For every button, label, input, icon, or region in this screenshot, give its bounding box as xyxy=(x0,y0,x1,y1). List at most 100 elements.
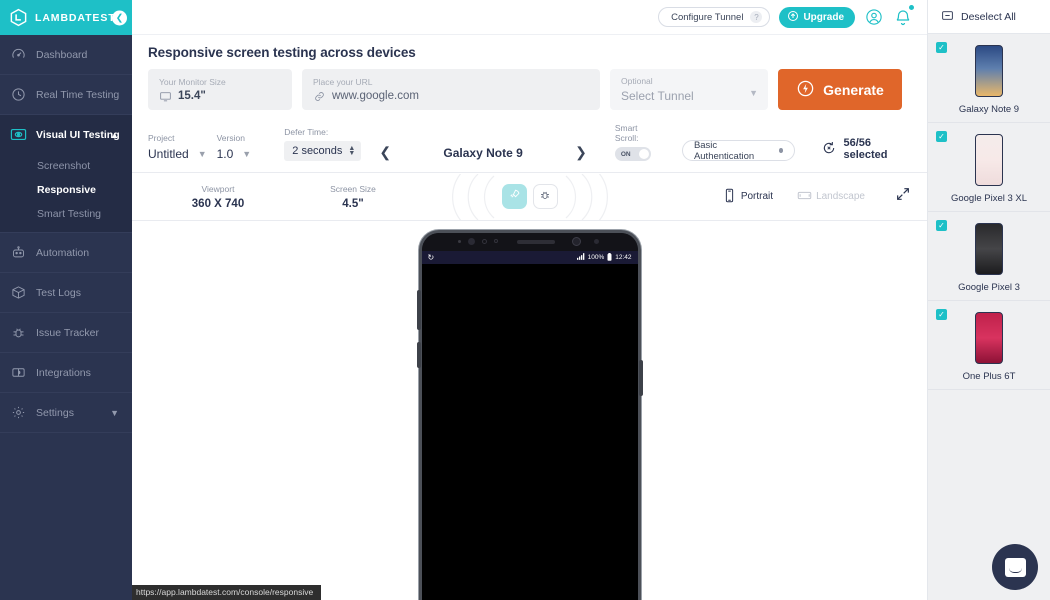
sidebar-item-visual-ui-testing[interactable]: Visual UI Testing ▲ xyxy=(0,115,132,154)
sidebar: LAMBDATEST ❮ Dashboard Real Time Testing… xyxy=(0,0,132,600)
tunnel-label: Optional xyxy=(621,76,653,86)
user-account-icon[interactable] xyxy=(864,7,884,27)
portrait-option[interactable]: Portrait xyxy=(722,188,773,206)
device-card[interactable]: ✓ One Plus 6T xyxy=(928,301,1050,390)
version-select[interactable]: Version 1.0 ▼ xyxy=(217,133,285,161)
smart-scroll-state: ON xyxy=(620,150,631,158)
sidebar-item-label: Issue Tracker xyxy=(36,326,100,339)
chat-widget-button[interactable] xyxy=(992,544,1038,590)
device-thumbnail xyxy=(975,45,1003,97)
sensor-dot xyxy=(493,239,498,243)
chevron-down-icon: ▼ xyxy=(242,149,252,159)
device-card[interactable]: ✓ Galaxy Note 9 xyxy=(928,34,1050,123)
selection-count[interactable]: 56/56 selected xyxy=(821,137,911,161)
monitor-size-value: 15.4" xyxy=(178,90,206,102)
version-value-row[interactable]: 1.0 ▼ xyxy=(217,147,285,161)
dashboard-gauge-icon xyxy=(9,46,27,64)
sidebar-item-issue-tracker[interactable]: Issue Tracker xyxy=(0,313,132,352)
sidebar-item-label: Automation xyxy=(36,246,90,259)
generate-form: Your Monitor Size 15.4" Place your URL w… xyxy=(148,69,911,110)
sensor-dot xyxy=(593,239,599,244)
browser-status-url: https://app.lambdatest.com/console/respo… xyxy=(132,585,322,600)
url-value-row: www.google.com xyxy=(313,90,589,103)
device-label: Google Pixel 3 xyxy=(958,282,1020,293)
main-content: Configure Tunnel ? Upgrade Responsive sc… xyxy=(132,0,927,600)
smart-scroll-toggle[interactable]: ON xyxy=(614,147,651,161)
smart-scroll-label: Smart Scroll: xyxy=(614,123,639,143)
viewport-label: Viewport xyxy=(201,183,235,194)
bell-icon[interactable] xyxy=(893,4,915,27)
link-icon xyxy=(313,90,326,103)
gear-icon xyxy=(9,404,27,422)
refresh-spinner-icon: ↻ xyxy=(427,253,435,262)
sidebar-item-label: Test Logs xyxy=(36,286,81,299)
sidebar-collapse-button[interactable]: ❮ xyxy=(112,10,127,25)
mode-bug-button[interactable] xyxy=(532,184,558,209)
project-value: Untitled xyxy=(148,147,189,161)
notification-badge xyxy=(908,4,915,11)
decorative-arcs xyxy=(451,173,608,220)
chevron-up-icon: ▲ xyxy=(110,129,119,140)
monitor-size-field[interactable]: Your Monitor Size 15.4" xyxy=(148,69,292,110)
device-card[interactable]: ✓ Google Pixel 3 XL xyxy=(928,123,1050,212)
reset-selection-icon[interactable] xyxy=(821,140,837,159)
lightning-bolt-icon xyxy=(796,79,815,101)
deselect-all-button[interactable]: Deselect All xyxy=(928,0,1050,34)
url-field[interactable]: Place your URL www.google.com xyxy=(302,69,600,110)
lambdatest-logo-icon xyxy=(9,8,28,27)
sidebar-item-settings[interactable]: Settings ▼ xyxy=(0,393,132,432)
sidebar-item-dashboard[interactable]: Dashboard xyxy=(0,35,132,74)
integrations-icon xyxy=(9,364,27,382)
sidebar-item-automation[interactable]: Automation xyxy=(0,233,132,272)
basic-authentication-button[interactable]: Basic Authentication xyxy=(681,140,796,162)
device-checkbox[interactable]: ✓ xyxy=(936,131,947,142)
tunnel-select[interactable]: Optional Select Tunnel ▼ xyxy=(610,69,768,110)
question-mark-icon[interactable]: ? xyxy=(750,11,763,23)
device-checkbox[interactable]: ✓ xyxy=(936,309,947,320)
device-label: Galaxy Note 9 xyxy=(958,104,1020,115)
device-next-button[interactable]: ❯ xyxy=(573,144,589,161)
sensor-dot xyxy=(467,238,475,245)
upgrade-button[interactable]: Upgrade xyxy=(779,6,855,28)
version-value: 1.0 xyxy=(216,147,234,161)
controls-row: Project Untitled ▼ Version 1.0 ▼ Defer T… xyxy=(132,110,927,173)
mode-rocket-button[interactable] xyxy=(501,184,527,209)
generate-button[interactable]: Generate xyxy=(778,69,902,110)
current-device-name: Galaxy Note 9 xyxy=(443,145,523,160)
defer-time-control[interactable]: Defer Time: 2 seconds ▲ ▼ xyxy=(284,127,362,161)
sidebar-subitem-screenshot[interactable]: Screenshot xyxy=(0,154,132,178)
device-card[interactable]: ✓ Google Pixel 3 xyxy=(928,212,1050,301)
device-checkbox[interactable]: ✓ xyxy=(936,42,947,53)
sidebar-item-test-logs[interactable]: Test Logs xyxy=(0,273,132,312)
sidebar-subitem-smart-testing[interactable]: Smart Testing xyxy=(0,202,132,226)
page-title: Responsive screen testing across devices xyxy=(148,45,416,60)
sidebar-subitem-responsive[interactable]: Responsive xyxy=(0,178,132,202)
rocket-icon xyxy=(508,188,521,206)
chat-smile xyxy=(1008,568,1022,573)
project-select[interactable]: Project Untitled ▼ xyxy=(148,133,217,161)
up-down-stepper-icon[interactable]: ▲ ▼ xyxy=(348,145,355,157)
sidebar-item-integrations[interactable]: Integrations xyxy=(0,353,132,392)
landscape-option[interactable]: Landscape xyxy=(797,188,865,206)
signal-bars-icon xyxy=(576,253,585,262)
project-value-row[interactable]: Untitled ▼ xyxy=(148,147,217,161)
monitor-size-value-row: 15.4" xyxy=(159,90,281,103)
clock-time: 12:42 xyxy=(615,254,632,261)
bug-icon xyxy=(539,188,551,206)
sidebar-item-label: Settings xyxy=(36,406,74,419)
url-label: Place your URL xyxy=(313,76,373,87)
device-prev-button[interactable]: ❮ xyxy=(377,144,393,161)
sidebar-item-label: Dashboard xyxy=(36,48,88,61)
device-list[interactable]: ✓ Galaxy Note 9 ✓ Google Pixel 3 XL ✓ Go… xyxy=(928,34,1050,600)
defer-time-stepper[interactable]: 2 seconds ▲ ▼ xyxy=(284,141,362,161)
sidebar-item-real-time-testing[interactable]: Real Time Testing xyxy=(0,75,132,114)
toggle-knob xyxy=(638,149,649,159)
device-checkbox[interactable]: ✓ xyxy=(936,220,947,231)
url-input[interactable]: www.google.com xyxy=(332,90,419,102)
expand-arrows-icon[interactable] xyxy=(895,186,911,207)
earpiece-speaker xyxy=(516,240,555,244)
sidebar-subnav: Screenshot Responsive Smart Testing xyxy=(0,154,132,232)
sensor-dot xyxy=(481,239,487,244)
sidebar-item-label: Visual UI Testing xyxy=(36,128,120,141)
configure-tunnel-button[interactable]: Configure Tunnel ? xyxy=(658,7,771,27)
